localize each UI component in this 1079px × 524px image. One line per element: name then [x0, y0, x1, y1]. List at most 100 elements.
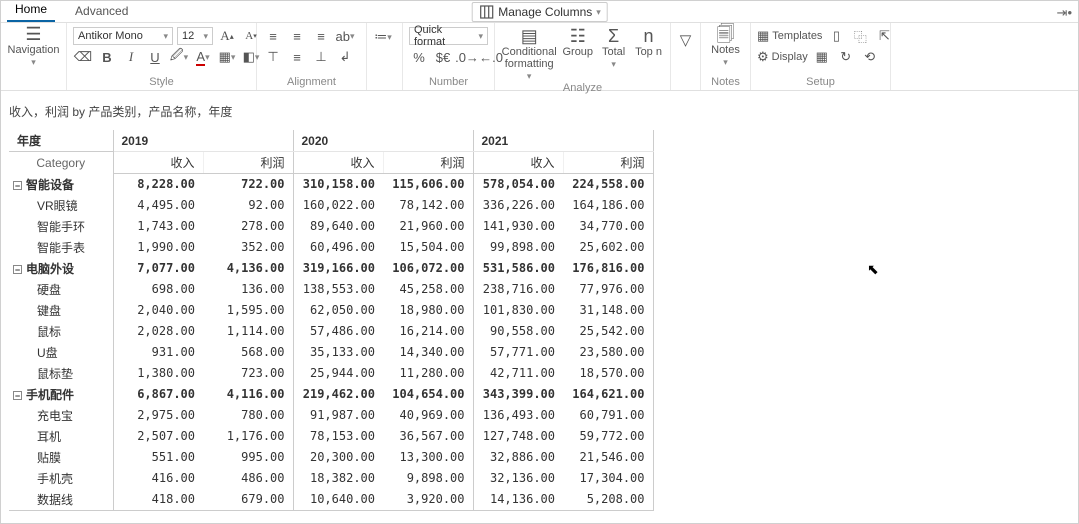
- data-cell[interactable]: 42,711.00: [473, 363, 563, 384]
- data-cell[interactable]: 2,975.00: [113, 405, 203, 426]
- data-cell[interactable]: 25,542.00: [563, 321, 653, 342]
- show-hide-button[interactable]: ▦: [812, 48, 832, 66]
- measure-header[interactable]: 收入: [293, 152, 383, 174]
- data-cell[interactable]: 60,791.00: [563, 405, 653, 426]
- data-row[interactable]: 智能手环1,743.00278.0089,640.0021,960.00141,…: [9, 216, 653, 237]
- increase-font-button[interactable]: A▴: [217, 27, 237, 45]
- data-cell[interactable]: 90,558.00: [473, 321, 563, 342]
- measure-header[interactable]: 收入: [473, 152, 563, 174]
- data-cell[interactable]: 5,208.00: [563, 489, 653, 511]
- data-cell[interactable]: 18,570.00: [563, 363, 653, 384]
- data-cell[interactable]: 78,153.00: [293, 426, 383, 447]
- data-row[interactable]: 鼠标2,028.001,114.0057,486.0016,214.0090,5…: [9, 321, 653, 342]
- data-row[interactable]: 硬盘698.00136.00138,553.0045,258.00238,716…: [9, 279, 653, 300]
- data-cell[interactable]: 6,867.00: [113, 384, 203, 405]
- align-right-button[interactable]: ≡: [311, 27, 331, 45]
- data-row[interactable]: VR眼镜4,495.0092.00160,022.0078,142.00336,…: [9, 195, 653, 216]
- data-row[interactable]: 耳机2,507.001,176.0078,153.0036,567.00127,…: [9, 426, 653, 447]
- data-cell[interactable]: 25,944.00: [293, 363, 383, 384]
- data-cell[interactable]: 160,022.00: [293, 195, 383, 216]
- italic-button[interactable]: I: [121, 48, 141, 66]
- topn-button[interactable]: n Top n: [633, 27, 664, 58]
- align-left-button[interactable]: ≡: [263, 27, 283, 45]
- orientation-button[interactable]: ab▾: [335, 27, 355, 45]
- total-button[interactable]: Σ Total▾: [598, 27, 629, 70]
- highlight-button[interactable]: 🖉▾: [169, 48, 189, 66]
- collapse-icon[interactable]: −: [13, 181, 22, 190]
- data-cell[interactable]: 3,920.00: [383, 489, 473, 511]
- data-row[interactable]: 数据线418.00679.0010,640.003,920.0014,136.0…: [9, 489, 653, 511]
- font-family-select[interactable]: Antikor Mono▾: [73, 27, 173, 45]
- data-cell[interactable]: 995.00: [203, 447, 293, 468]
- measure-header[interactable]: 利润: [383, 152, 473, 174]
- data-cell[interactable]: 1,743.00: [113, 216, 203, 237]
- data-cell[interactable]: 336,226.00: [473, 195, 563, 216]
- data-cell[interactable]: 578,054.00: [473, 174, 563, 195]
- data-cell[interactable]: 20,300.00: [293, 447, 383, 468]
- data-cell[interactable]: 18,980.00: [383, 300, 473, 321]
- tab-advanced[interactable]: Advanced: [67, 1, 136, 22]
- data-cell[interactable]: 104,654.00: [383, 384, 473, 405]
- align-center-button[interactable]: ≡: [287, 27, 307, 45]
- data-cell[interactable]: 486.00: [203, 468, 293, 489]
- data-row[interactable]: 贴膜551.00995.0020,300.0013,300.0032,886.0…: [9, 447, 653, 468]
- data-cell[interactable]: 238,716.00: [473, 279, 563, 300]
- data-cell[interactable]: 1,176.00: [203, 426, 293, 447]
- data-cell[interactable]: 99,898.00: [473, 237, 563, 258]
- data-cell[interactable]: 60,496.00: [293, 237, 383, 258]
- percent-button[interactable]: %: [409, 48, 429, 66]
- data-row[interactable]: 充电宝2,975.00780.0091,987.0040,969.00136,4…: [9, 405, 653, 426]
- data-cell[interactable]: 1,380.00: [113, 363, 203, 384]
- collapse-icon[interactable]: −: [13, 391, 22, 400]
- data-cell[interactable]: 551.00: [113, 447, 203, 468]
- data-row[interactable]: U盘931.00568.0035,133.0014,340.0057,771.0…: [9, 342, 653, 363]
- data-cell[interactable]: 4,495.00: [113, 195, 203, 216]
- year-col-2020[interactable]: 2020: [293, 130, 473, 152]
- underline-button[interactable]: U: [145, 48, 165, 66]
- data-cell[interactable]: 11,280.00: [383, 363, 473, 384]
- templates-button[interactable]: ▦Templates: [757, 27, 822, 45]
- data-cell[interactable]: 722.00: [203, 174, 293, 195]
- align-top-button[interactable]: ⊤: [263, 48, 283, 66]
- data-cell[interactable]: 4,116.00: [203, 384, 293, 405]
- data-cell[interactable]: 176,816.00: [563, 258, 653, 279]
- align-middle-button[interactable]: ≡: [287, 48, 307, 66]
- data-cell[interactable]: 723.00: [203, 363, 293, 384]
- group-row[interactable]: −智能设备8,228.00722.00310,158.00115,606.005…: [9, 174, 653, 195]
- bold-button[interactable]: B: [97, 48, 117, 66]
- data-cell[interactable]: 91,987.00: [293, 405, 383, 426]
- bullet-list-button[interactable]: ≔▾: [373, 28, 393, 46]
- data-cell[interactable]: 679.00: [203, 489, 293, 511]
- data-cell[interactable]: 14,136.00: [473, 489, 563, 511]
- font-size-select[interactable]: 12▾: [177, 27, 213, 45]
- data-cell[interactable]: 127,748.00: [473, 426, 563, 447]
- data-cell[interactable]: 16,214.00: [383, 321, 473, 342]
- data-cell[interactable]: 1,990.00: [113, 237, 203, 258]
- data-cell[interactable]: 310,158.00: [293, 174, 383, 195]
- data-cell[interactable]: 40,969.00: [383, 405, 473, 426]
- data-cell[interactable]: 1,595.00: [203, 300, 293, 321]
- data-cell[interactable]: 32,886.00: [473, 447, 563, 468]
- measure-header[interactable]: 收入: [113, 152, 203, 174]
- navigation-button[interactable]: ☰ Navigation ▾: [7, 25, 60, 68]
- data-cell[interactable]: 92.00: [203, 195, 293, 216]
- font-color-button[interactable]: A▾: [193, 48, 213, 66]
- notes-button[interactable]: 🗐 Notes▾: [707, 25, 744, 68]
- data-row[interactable]: 鼠标垫1,380.00723.0025,944.0011,280.0042,71…: [9, 363, 653, 384]
- data-cell[interactable]: 36,567.00: [383, 426, 473, 447]
- data-cell[interactable]: 18,382.00: [293, 468, 383, 489]
- data-cell[interactable]: 35,133.00: [293, 342, 383, 363]
- data-cell[interactable]: 931.00: [113, 342, 203, 363]
- data-cell[interactable]: 31,148.00: [563, 300, 653, 321]
- collapse-icon[interactable]: −: [13, 265, 22, 274]
- data-cell[interactable]: 531,586.00: [473, 258, 563, 279]
- wrap-text-button[interactable]: ↲: [335, 48, 355, 66]
- data-cell[interactable]: 780.00: [203, 405, 293, 426]
- group-row[interactable]: −手机配件6,867.004,116.00219,462.00104,654.0…: [9, 384, 653, 405]
- quick-format-select[interactable]: Quick format▾: [409, 27, 488, 45]
- data-cell[interactable]: 416.00: [113, 468, 203, 489]
- data-cell[interactable]: 45,258.00: [383, 279, 473, 300]
- copy-button[interactable]: ⿻: [850, 27, 870, 45]
- data-cell[interactable]: 17,304.00: [563, 468, 653, 489]
- data-cell[interactable]: 164,621.00: [563, 384, 653, 405]
